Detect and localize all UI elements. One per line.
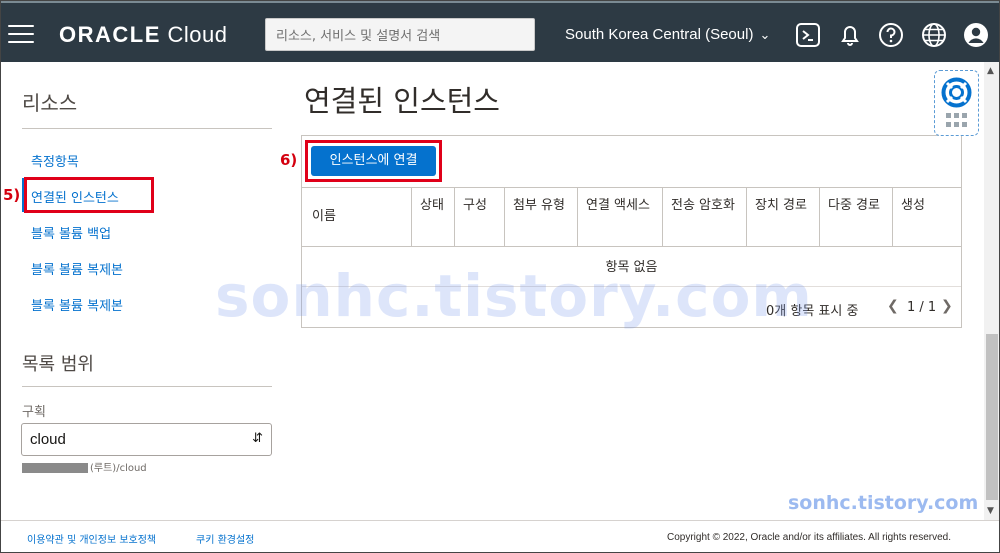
sidebar-title: 리소스 bbox=[22, 91, 78, 115]
vertical-scrollbar[interactable]: ▲ ▼ bbox=[984, 62, 1000, 520]
cloud-shell-icon[interactable] bbox=[795, 22, 821, 48]
redacted-tenancy bbox=[22, 463, 88, 473]
region-label: South Korea Central (Seoul) bbox=[565, 26, 754, 43]
page-title: 연결된 인스턴스 bbox=[304, 84, 500, 118]
scroll-down-icon[interactable]: ▼ bbox=[987, 506, 994, 516]
column-header-config[interactable]: 구성 bbox=[454, 188, 504, 246]
step-5-label: 5) bbox=[3, 186, 21, 204]
page-indicator: 1 / 1 bbox=[907, 300, 937, 315]
column-header-attachment-type[interactable]: 첨부 유형 bbox=[504, 188, 577, 246]
help-icon[interactable] bbox=[878, 22, 904, 48]
watermark-small: sonhc.tistory.com bbox=[788, 492, 979, 514]
chevron-updown-icon: ⇵ bbox=[252, 430, 263, 445]
column-header-state[interactable]: 상태 bbox=[411, 188, 454, 246]
copyright-text: Copyright © 2022, Oracle and/or its affi… bbox=[667, 532, 951, 543]
compartment-value: cloud bbox=[30, 431, 66, 448]
step-6-label: 6) bbox=[280, 151, 298, 169]
compartment-path: (루트)/cloud bbox=[22, 459, 147, 474]
cookie-preferences-link[interactable]: 쿠키 환경설정 bbox=[196, 531, 254, 546]
column-header-access[interactable]: 연결 액세스 bbox=[577, 188, 662, 246]
help-widget[interactable] bbox=[934, 70, 979, 136]
next-page-icon[interactable]: ❯ bbox=[941, 298, 953, 314]
region-selector[interactable]: South Korea Central (Seoul) ⌄ bbox=[565, 26, 770, 43]
prev-page-icon[interactable]: ❮ bbox=[887, 298, 899, 314]
list-scope-title: 목록 범위 bbox=[22, 354, 94, 375]
drag-handle-icon[interactable] bbox=[946, 113, 968, 129]
globe-icon[interactable] bbox=[921, 22, 947, 48]
highlight-box-sidebar bbox=[24, 177, 154, 213]
terms-link[interactable]: 이용약관 및 개인정보 보호정책 bbox=[27, 531, 156, 546]
compartment-label: 구획 bbox=[22, 405, 46, 420]
column-header-name[interactable]: 이름 bbox=[302, 188, 411, 246]
column-header-created[interactable]: 생성 bbox=[892, 188, 961, 246]
bell-icon[interactable] bbox=[837, 22, 863, 48]
column-header-multipath[interactable]: 다중 경로 bbox=[819, 188, 892, 246]
search-input[interactable]: 리소스, 서비스 및 설명서 검색 bbox=[265, 18, 535, 51]
sidebar-item-block-volume-replicas[interactable]: 블록 볼륨 복제본 bbox=[31, 259, 123, 278]
sidebar-item-block-volume-replicas-2[interactable]: 블록 볼륨 복제본 bbox=[31, 295, 123, 314]
lifebuoy-icon bbox=[941, 77, 972, 108]
sidebar-item-metrics[interactable]: 측정항목 bbox=[31, 151, 79, 170]
column-header-encryption[interactable]: 전송 암호화 bbox=[662, 188, 746, 246]
compartment-select[interactable]: cloud ⇵ bbox=[21, 423, 272, 456]
sidebar-item-block-volume-backups[interactable]: 블록 볼륨 백업 bbox=[31, 223, 111, 242]
watermark: sonhc.tistory.com bbox=[215, 262, 813, 330]
table-header: 이름 상태 구성 첨부 유형 연결 액세스 전송 암호화 장치 경로 다중 경로… bbox=[302, 187, 961, 247]
menu-icon[interactable] bbox=[8, 25, 34, 43]
divider bbox=[22, 386, 272, 387]
footer: 이용약관 및 개인정보 보호정책 쿠키 환경설정 Copyright © 202… bbox=[0, 520, 1000, 553]
divider bbox=[22, 128, 272, 129]
column-header-device-path[interactable]: 장치 경로 bbox=[746, 188, 819, 246]
attach-to-instance-button[interactable]: 인스턴스에 연결 bbox=[311, 146, 436, 176]
scroll-up-icon[interactable]: ▲ bbox=[987, 66, 994, 76]
scrollbar-thumb[interactable] bbox=[986, 334, 998, 500]
oracle-cloud-logo[interactable]: ORACLE Cloud bbox=[59, 22, 227, 48]
profile-icon[interactable] bbox=[963, 22, 989, 48]
top-navigation-bar: ORACLE Cloud 리소스, 서비스 및 설명서 검색 South Kor… bbox=[0, 0, 1000, 62]
chevron-down-icon: ⌄ bbox=[759, 27, 771, 42]
